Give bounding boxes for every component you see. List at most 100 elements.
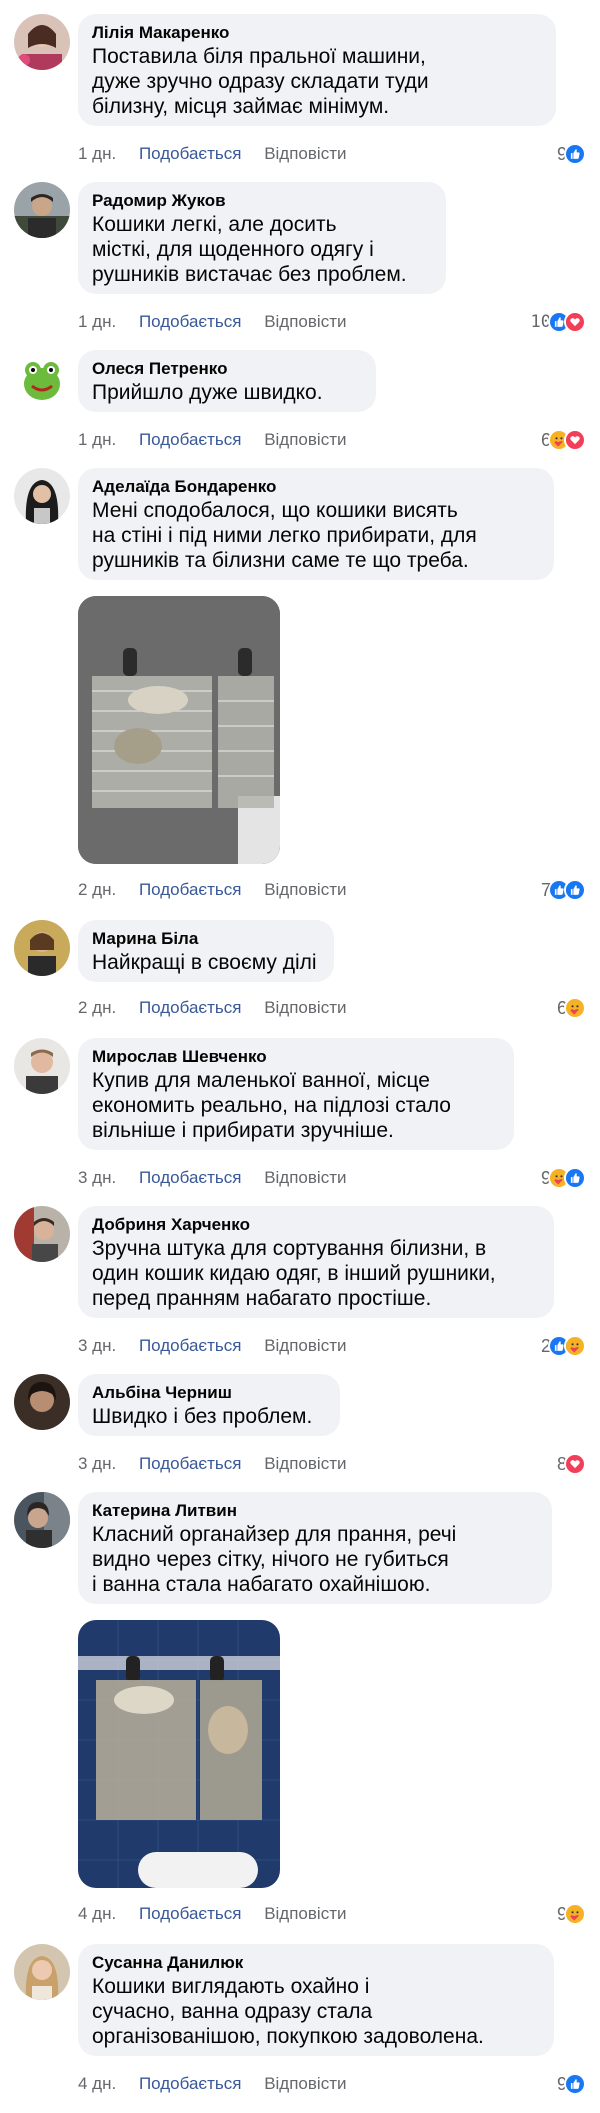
reaction-summary[interactable]: 9: [557, 1901, 586, 1927]
like-icon: [564, 1167, 586, 1189]
comment-bubble: Аделаїда Бондаренко Мені сподобалося, що…: [78, 468, 554, 580]
comment-bubble: Марина Біла Найкращі в своєму ділі: [78, 920, 334, 982]
comment-author[interactable]: Катерина Литвин: [92, 1500, 538, 1522]
avatar[interactable]: [14, 350, 70, 406]
reaction-summary[interactable]: 9: [557, 141, 586, 167]
comment-time[interactable]: 3 дн.: [78, 1452, 116, 1476]
comment-author[interactable]: Мирослав Шевченко: [92, 1046, 500, 1068]
comment-author[interactable]: Альбіна Черниш: [92, 1382, 326, 1404]
comment-actions: 2 дн. Подобається Відповісти: [78, 996, 364, 1020]
comment-actions: 3 дн. Подобається Відповісти: [78, 1452, 364, 1476]
comment-time[interactable]: 4 дн.: [78, 2072, 116, 2096]
comment-time[interactable]: 1 дн.: [78, 142, 116, 166]
like-button[interactable]: Подобається: [139, 1452, 242, 1476]
comment-bubble: Альбіна Черниш Швидко і без проблем.: [78, 1374, 340, 1436]
comment-time[interactable]: 1 дн.: [78, 310, 116, 334]
avatar[interactable]: [14, 468, 70, 524]
reply-button[interactable]: Відповісти: [264, 142, 346, 166]
reply-button[interactable]: Відповісти: [264, 428, 346, 452]
comment-text: Поставила біля пральної машини, дуже зру…: [92, 45, 429, 118]
like-button[interactable]: Подобається: [139, 1902, 242, 1926]
comment-author[interactable]: Олеся Петренко: [92, 358, 362, 380]
comment-author[interactable]: Аделаїда Бондаренко: [92, 476, 540, 498]
reaction-summary[interactable]: 7: [541, 877, 586, 903]
comment-bubble: Добриня Харченко Зручна штука для сортув…: [78, 1206, 554, 1318]
comment-time[interactable]: 2 дн.: [78, 878, 116, 902]
comment-time[interactable]: 3 дн.: [78, 1334, 116, 1358]
comment-author[interactable]: Сусанна Данилюк: [92, 1952, 540, 1974]
comment-actions: 4 дн. Подобається Відповісти: [78, 2072, 364, 2096]
comment-bubble: Радомир Жуков Кошики легкі, але досить м…: [78, 182, 446, 294]
comment-actions: 1 дн. Подобається Відповісти: [78, 310, 364, 334]
avatar[interactable]: [14, 1206, 70, 1262]
like-button[interactable]: Подобається: [139, 142, 242, 166]
love-icon: [564, 1453, 586, 1475]
comment-actions: 3 дн. Подобається Відповісти: [78, 1334, 364, 1358]
reaction-summary[interactable]: 8: [557, 1451, 586, 1477]
reply-button[interactable]: Відповісти: [264, 996, 346, 1020]
reply-button[interactable]: Відповісти: [264, 878, 346, 902]
avatar[interactable]: [14, 1374, 70, 1430]
comment-bubble: Лілія Макаренко Поставила біля пральної …: [78, 14, 556, 126]
comment-actions: 1 дн. Подобається Відповісти: [78, 142, 364, 166]
comment-time[interactable]: 2 дн.: [78, 996, 116, 1020]
comment-text: Зручна штука для сортування білизни, в о…: [92, 1237, 496, 1310]
love-icon: [564, 311, 586, 333]
reaction-summary[interactable]: 10: [531, 309, 586, 335]
comment-bubble: Мирослав Шевченко Купив для маленької ва…: [78, 1038, 514, 1150]
avatar[interactable]: [14, 182, 70, 238]
care-icon: [564, 1335, 586, 1357]
comment-time[interactable]: 3 дн.: [78, 1166, 116, 1190]
care-icon: [564, 1903, 586, 1925]
avatar[interactable]: [14, 1944, 70, 2000]
comment-text: Найкращі в своєму ділі: [92, 951, 317, 974]
attached-photo[interactable]: [78, 1620, 280, 1888]
reply-button[interactable]: Відповісти: [264, 1902, 346, 1926]
reply-button[interactable]: Відповісти: [264, 2072, 346, 2096]
like-button[interactable]: Подобається: [139, 996, 242, 1020]
comment-text: Мені сподобалося, що кошики висять на ст…: [92, 499, 477, 572]
like-button[interactable]: Подобається: [139, 310, 242, 334]
comment-time[interactable]: 4 дн.: [78, 1902, 116, 1926]
comment-author[interactable]: Лілія Макаренко: [92, 22, 542, 44]
avatar[interactable]: [14, 14, 70, 70]
comment-actions: 4 дн. Подобається Відповісти: [78, 1902, 364, 1926]
comment-actions: 3 дн. Подобається Відповісти: [78, 1166, 364, 1190]
avatar[interactable]: [14, 920, 70, 976]
like-icon: [564, 2073, 586, 2095]
reply-button[interactable]: Відповісти: [264, 310, 346, 334]
avatar[interactable]: [14, 1492, 70, 1548]
comment-text: Прийшло дуже швидко.: [92, 381, 323, 404]
like-button[interactable]: Подобається: [139, 428, 242, 452]
like-icon: [564, 879, 586, 901]
reaction-summary[interactable]: 9: [557, 2071, 586, 2097]
comment-time[interactable]: 1 дн.: [78, 428, 116, 452]
comment-text: Кошики легкі, але досить місткі, для щод…: [92, 213, 407, 286]
avatar[interactable]: [14, 1038, 70, 1094]
reaction-summary[interactable]: 6: [557, 995, 586, 1021]
like-button[interactable]: Подобається: [139, 1334, 242, 1358]
reaction-summary[interactable]: 6: [541, 427, 586, 453]
comment-author[interactable]: Радомир Жуков: [92, 190, 432, 212]
comment-text: Купив для маленької ванної, місце економ…: [92, 1069, 451, 1142]
comment-bubble: Олеся Петренко Прийшло дуже швидко.: [78, 350, 376, 412]
reply-button[interactable]: Відповісти: [264, 1166, 346, 1190]
like-button[interactable]: Подобається: [139, 1166, 242, 1190]
comment-actions: 1 дн. Подобається Відповісти: [78, 428, 364, 452]
attached-photo[interactable]: [78, 596, 280, 864]
comment-actions: 2 дн. Подобається Відповісти: [78, 878, 364, 902]
like-button[interactable]: Подобається: [139, 2072, 242, 2096]
reaction-summary[interactable]: 9: [541, 1165, 586, 1191]
comment-text: Швидко і без проблем.: [92, 1405, 313, 1428]
care-icon: [564, 997, 586, 1019]
like-button[interactable]: Подобається: [139, 878, 242, 902]
reply-button[interactable]: Відповісти: [264, 1334, 346, 1358]
love-icon: [564, 429, 586, 451]
comment-author[interactable]: Марина Біла: [92, 928, 320, 950]
reaction-summary[interactable]: 2: [541, 1333, 586, 1359]
comment-text: Класний органайзер для прання, речі видн…: [92, 1523, 457, 1596]
comment-bubble: Сусанна Данилюк Кошики виглядають охайно…: [78, 1944, 554, 2056]
reply-button[interactable]: Відповісти: [264, 1452, 346, 1476]
like-icon: [564, 143, 586, 165]
comment-author[interactable]: Добриня Харченко: [92, 1214, 540, 1236]
